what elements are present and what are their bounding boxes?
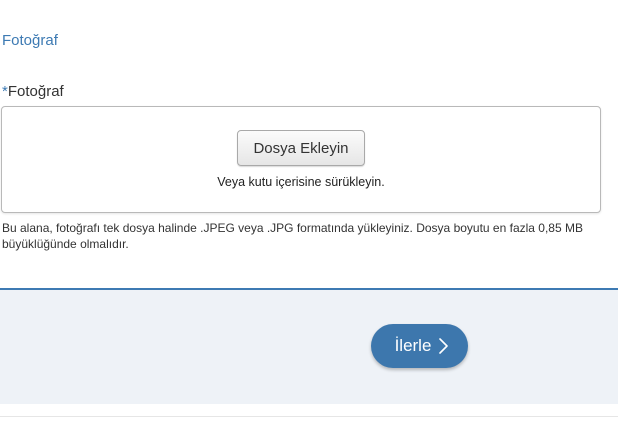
section-title: Fotoğraf: [2, 32, 58, 49]
photo-field-label: *Fotoğraf: [2, 83, 64, 100]
chevron-right-icon: [439, 338, 449, 354]
drop-hint: Veya kutu içerisine sürükleyin.: [217, 175, 385, 189]
next-button-label: İlerle: [394, 336, 432, 355]
next-button[interactable]: İlerle: [371, 324, 468, 368]
footer-actions: İlerle: [0, 288, 618, 404]
file-dropzone[interactable]: Dosya Ekleyin Veya kutu içerisine sürükl…: [1, 106, 601, 213]
upload-help-text: Bu alana, fotoğrafı tek dosya halinde .J…: [2, 221, 583, 251]
add-file-button[interactable]: Dosya Ekleyin: [237, 130, 365, 166]
bottom-divider: [0, 416, 618, 417]
photo-label-text: Fotoğraf: [7, 83, 64, 100]
photo-upload-page: Fotoğraf *Fotoğraf Dosya Ekleyin Veya ku…: [0, 0, 618, 442]
